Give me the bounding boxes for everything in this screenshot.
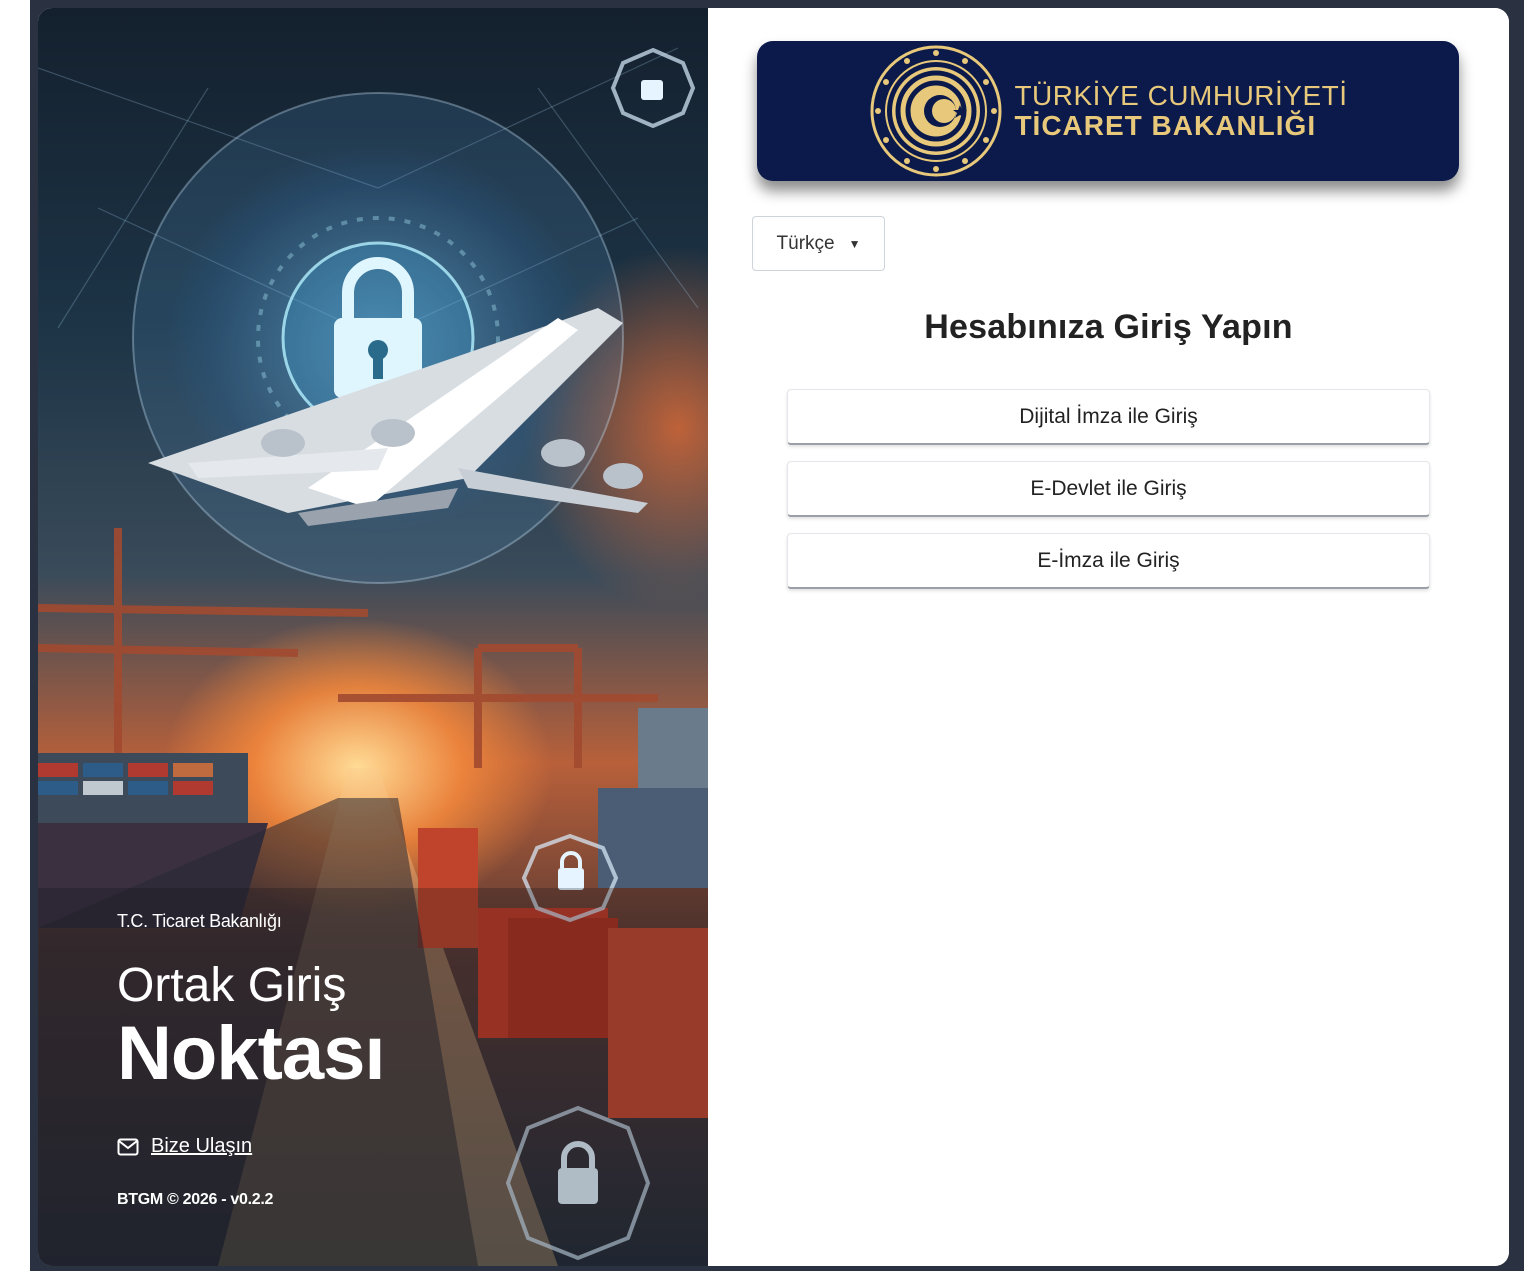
- edevlet-login-button[interactable]: E-Devlet ile Giriş: [787, 461, 1430, 517]
- copyright-text: BTGM © 2026 - v0.2.2: [117, 1191, 274, 1208]
- language-select[interactable]: Türkçe ▼: [752, 216, 885, 271]
- org-name: T.C. Ticaret Bakanlığı: [117, 911, 282, 931]
- hero-title-line1: Ortak Giriş: [117, 959, 347, 1012]
- digital-signature-login-button[interactable]: Dijital İmza ile Giriş: [787, 389, 1430, 445]
- hero-title-line2: Noktası: [117, 1011, 386, 1096]
- banner-title: TÜRKİYE CUMHURİYETİ TİCARET BAKANLIĞI: [1014, 81, 1347, 141]
- contact-link[interactable]: Bize Ulaşın: [151, 1135, 252, 1158]
- eimza-login-button[interactable]: E-İmza ile Giriş: [787, 533, 1430, 589]
- ministry-banner: TÜRKİYE CUMHURİYETİ TİCARET BAKANLIĞI: [757, 41, 1459, 181]
- ministry-logo: [870, 45, 1002, 177]
- banner-line1: TÜRKİYE CUMHURİYETİ: [1014, 80, 1348, 111]
- language-selected: Türkçe: [776, 232, 835, 254]
- hero-panel: T.C. Ticaret Bakanlığı Ortak Giriş Nokta…: [38, 8, 708, 1266]
- envelope-icon: [117, 1138, 139, 1155]
- login-card: T.C. Ticaret Bakanlığı Ortak Giriş Nokta…: [38, 8, 1509, 1266]
- contact-link-row: Bize Ulaşın: [117, 1135, 252, 1158]
- login-heading: Hesabınıza Giriş Yapın: [924, 308, 1293, 346]
- banner-line2: TİCARET BAKANLIĞI: [1014, 110, 1317, 141]
- caret-down-icon: ▼: [848, 236, 861, 251]
- login-panel: TÜRKİYE CUMHURİYETİ TİCARET BAKANLIĞI Tü…: [708, 8, 1509, 1266]
